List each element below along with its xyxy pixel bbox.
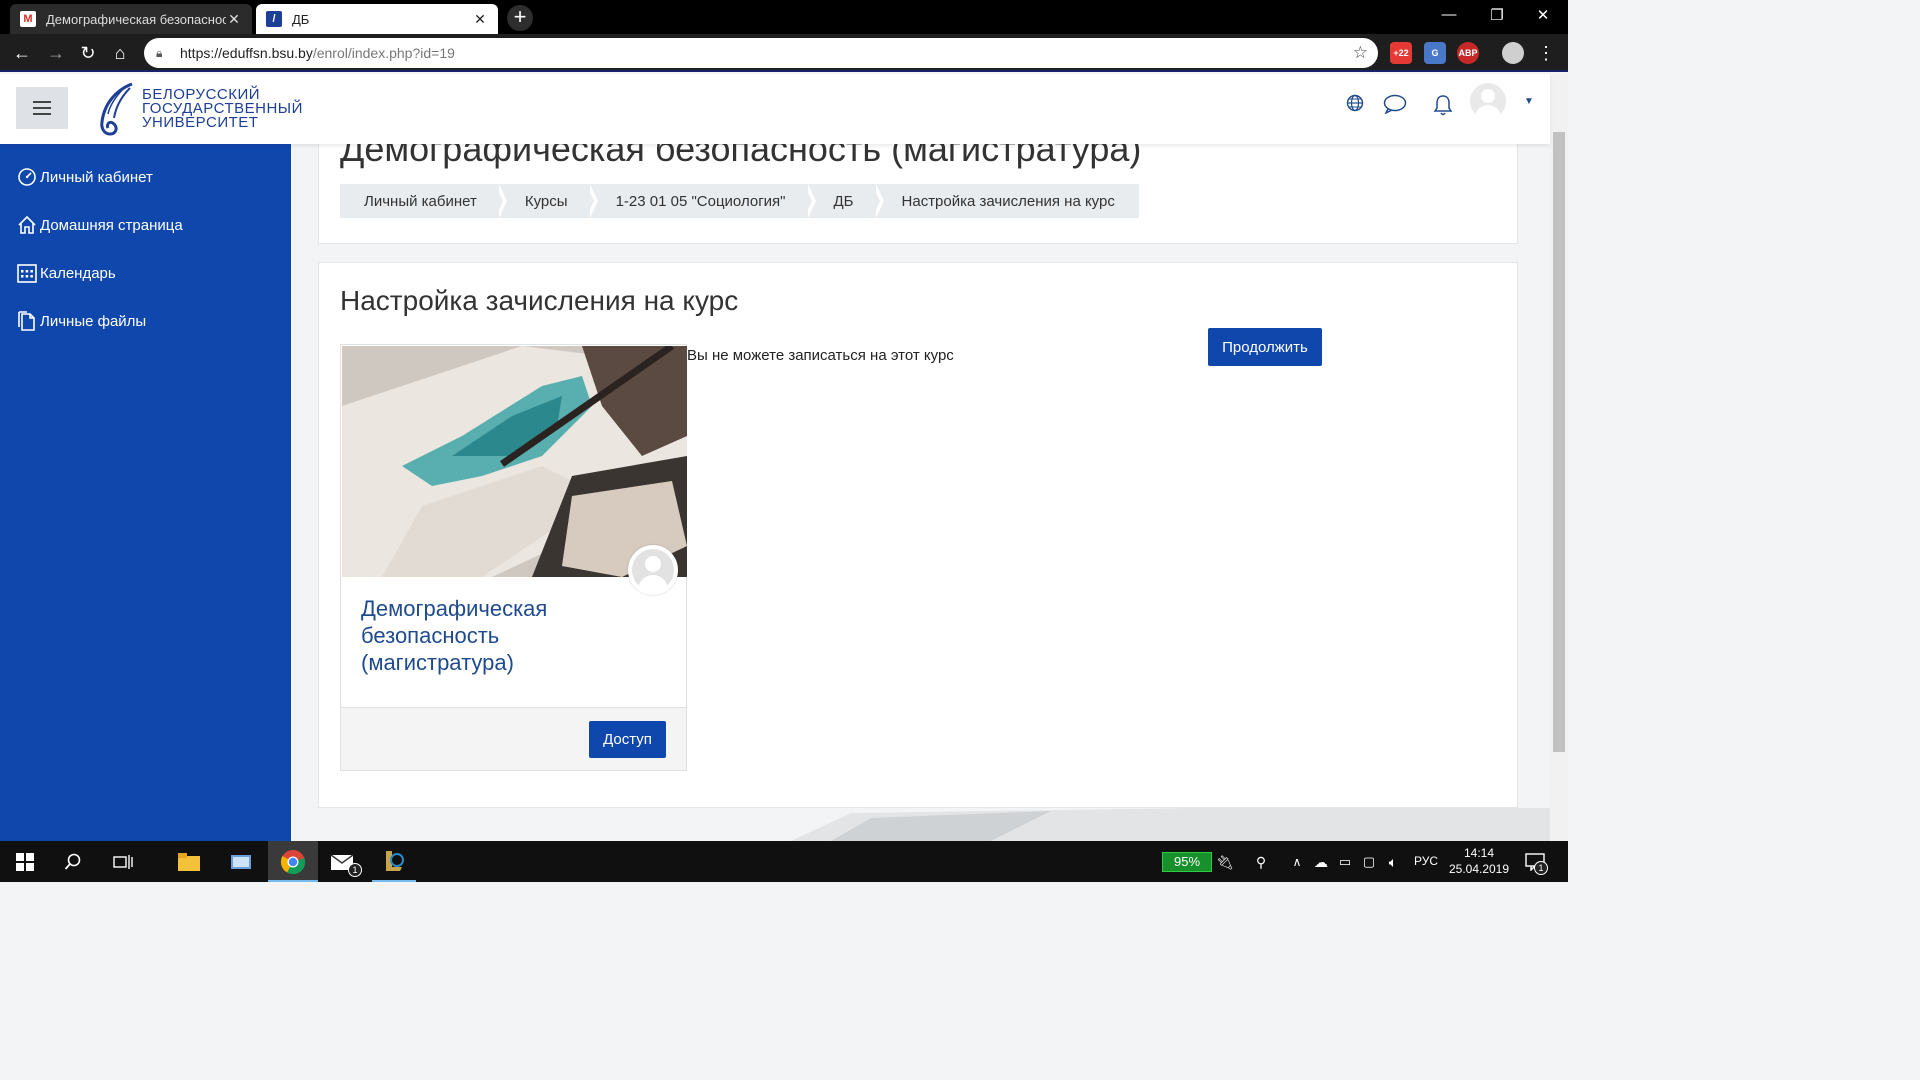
sidebar-item-home[interactable]: Домашняя страница [16, 214, 183, 236]
browser-tab-gmail[interactable]: M Демографическая безопасность ✕ [10, 4, 252, 34]
home-icon [18, 215, 36, 234]
mail-app-icon[interactable]: 1 [330, 849, 362, 877]
breadcrumb-item-current: Настройка зачисления на курс [901, 192, 1115, 210]
sidebar-item-calendar[interactable]: Календарь [16, 262, 116, 284]
bsu-logo[interactable]: БЕЛОРУССКИЙ ГОСУДАРСТВЕННЫЙ УНИВЕРСИТЕТ [96, 82, 303, 136]
game-taskbar-button[interactable] [372, 841, 416, 882]
tab-title: ДБ [292, 11, 310, 27]
search-icon[interactable] [60, 849, 86, 875]
url-path: /enrol/index.php?id=19 [312, 45, 455, 61]
browser-tab-bar: M Демографическая безопасность ✕ / ДБ ✕ … [0, 0, 1568, 34]
chevron-up-icon[interactable]: ∧ [1284, 849, 1310, 875]
home-icon[interactable]: ⌂ [108, 41, 132, 65]
close-tab-icon[interactable]: ✕ [472, 11, 488, 28]
adblock-extension-icon[interactable]: ABP [1457, 42, 1479, 64]
tab-title: Демографическая безопасность [46, 11, 226, 27]
user-avatar[interactable] [1470, 83, 1506, 119]
reload-icon[interactable]: ↻ [76, 41, 100, 65]
scrollbar-thumb[interactable] [1553, 132, 1565, 752]
sidebar-item-label: Домашняя страница [40, 216, 183, 234]
browser-toolbar: ← → ↻ ⌂ 🔒︎ https://eduffsn.bsu.by/enrol/… [0, 34, 1568, 72]
course-card: Демографическая безопасность (магистрату… [340, 344, 687, 771]
forward-icon[interactable]: → [44, 41, 68, 65]
notification-badge: 1 [1534, 861, 1548, 875]
sidebar-item-files[interactable]: Личные файлы [16, 310, 146, 332]
browser-tab-db[interactable]: / ДБ ✕ [256, 4, 498, 34]
battery-tray-icon[interactable]: ▭ [1332, 849, 1358, 875]
lock-icon: 🔒︎ [156, 45, 163, 60]
sidebar-item-label: Календарь [40, 264, 116, 282]
input-language[interactable]: РУС [1414, 854, 1438, 868]
moodle-icon: / [266, 11, 282, 27]
sidebar-item-dashboard[interactable]: Личный кабинет [16, 166, 153, 188]
chrome-taskbar-button[interactable] [268, 841, 318, 882]
profile-avatar-icon[interactable] [1502, 42, 1524, 64]
league-game-icon [386, 851, 404, 871]
control-panel-icon[interactable] [228, 849, 254, 875]
notifications-bell-icon[interactable] [1430, 94, 1456, 120]
breadcrumb-item[interactable]: ДБ [810, 184, 884, 218]
nav-drawer: Личный кабинет Домашняя страница Календа… [0, 144, 291, 841]
network-icon[interactable]: ▢ [1356, 849, 1382, 875]
enrol-notice: Вы не можете записаться на этот курс [687, 347, 954, 364]
menu-kebab-icon[interactable]: ⋮ [1534, 41, 1558, 65]
course-name-link[interactable]: Демографическая безопасность (магистрату… [361, 595, 621, 676]
logo-text: БЕЛОРУССКИЙ ГОСУДАРСТВЕННЫЙ УНИВЕРСИТЕТ [142, 86, 303, 131]
course-card-footer: Доступ [341, 707, 686, 770]
site-header: БЕЛОРУССКИЙ ГОСУДАРСТВЕННЫЙ УНИВЕРСИТЕТ … [0, 74, 1550, 144]
restore-icon[interactable]: ❐ [1482, 6, 1512, 24]
continue-button[interactable]: Продолжить [1208, 328, 1322, 366]
teacher-avatar[interactable] [628, 545, 678, 595]
windows-start-icon[interactable] [12, 849, 38, 875]
breadcrumb-item[interactable]: Курсы [501, 184, 598, 218]
onedrive-cloud-icon[interactable]: ☁ [1308, 849, 1334, 875]
action-center-icon[interactable]: 1 [1522, 849, 1548, 875]
url-host: https://eduffsn.bsu.by [180, 45, 313, 61]
weather-extension-icon[interactable]: +22 [1390, 42, 1412, 64]
language-globe-icon[interactable] [1342, 94, 1368, 120]
breadcrumb: Личный кабинет Курсы 1-23 01 05 "Социоло… [340, 184, 1139, 218]
files-icon [18, 311, 35, 331]
bookmark-star-icon[interactable]: ☆ [1353, 43, 1368, 63]
hamburger-menu-button[interactable] [16, 87, 68, 129]
people-icon[interactable]: ⚲ [1248, 849, 1274, 875]
page-scrollbar[interactable] [1550, 74, 1568, 841]
chevron-down-icon[interactable]: ▼ [1524, 96, 1534, 107]
volume-icon[interactable]: 🔈︎ [1380, 849, 1406, 875]
back-icon[interactable]: ← [10, 41, 34, 65]
page-footer-area [291, 808, 1550, 841]
page-heading: Настройка зачисления на курс [340, 285, 739, 316]
close-tab-icon[interactable]: ✕ [226, 11, 242, 28]
task-view-icon[interactable] [110, 849, 136, 875]
system-clock[interactable]: 14:14 25.04.2019 [1446, 845, 1512, 877]
battery-indicator[interactable]: 95% [1162, 852, 1212, 872]
access-button[interactable]: Доступ [589, 721, 666, 758]
windows-taskbar: 1 95% 🔌︎ ⚲ ∧ ☁ ▭ ▢ 🔈︎ РУС 14:14 25.04.20… [0, 841, 1568, 882]
minimize-icon[interactable]: — [1434, 6, 1464, 23]
window-close-icon[interactable]: ✕ [1528, 6, 1558, 24]
dashboard-icon [18, 168, 36, 186]
power-plug-icon[interactable]: 🔌︎ [1212, 849, 1238, 875]
breadcrumb-item[interactable]: 1-23 01 05 "Социология" [592, 184, 816, 218]
course-image-art [342, 346, 687, 577]
translate-extension-icon[interactable]: G [1424, 42, 1446, 64]
sidebar-item-label: Личные файлы [40, 312, 147, 330]
chrome-icon [280, 850, 306, 875]
messages-icon[interactable] [1382, 94, 1408, 120]
calendar-icon [17, 264, 37, 283]
course-image[interactable] [342, 346, 687, 577]
new-tab-button[interactable]: + [507, 5, 533, 31]
sidebar-item-label: Личный кабинет [40, 168, 153, 186]
file-explorer-icon[interactable] [176, 849, 202, 875]
gmail-icon: M [20, 11, 36, 27]
address-bar[interactable]: 🔒︎ https://eduffsn.bsu.by/enrol/index.ph… [144, 38, 1378, 68]
breadcrumb-item[interactable]: Личный кабинет [340, 184, 507, 218]
feather-logo-icon [100, 82, 133, 136]
mail-badge: 1 [348, 863, 362, 877]
